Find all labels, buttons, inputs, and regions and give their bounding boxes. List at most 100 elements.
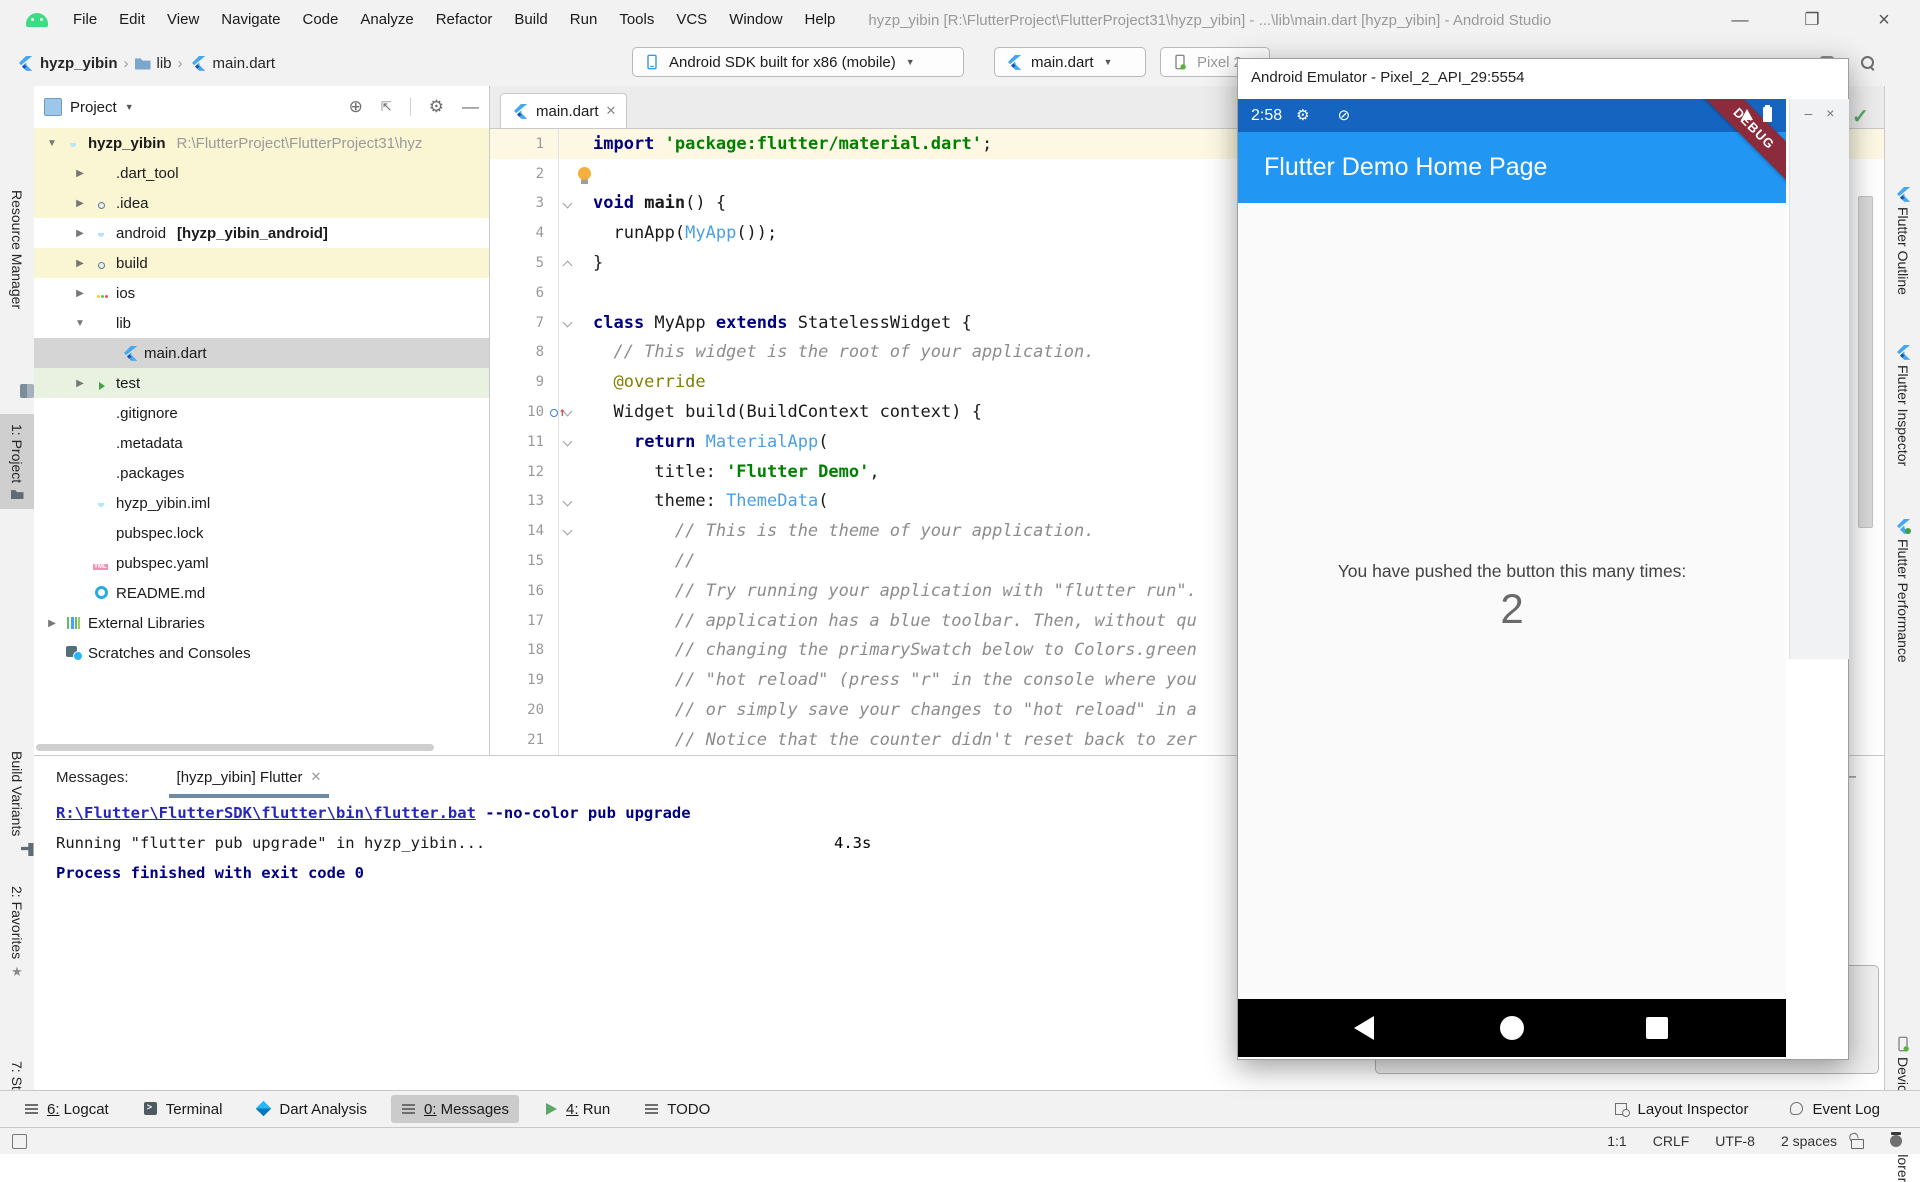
close-tab-icon[interactable]: ✕ [606,103,617,119]
menu-item[interactable]: File [62,0,108,40]
fold-marker[interactable] [558,129,579,159]
tree-row[interactable]: main.dart [34,338,489,368]
menu-item[interactable]: Run [559,0,609,40]
close-button[interactable]: × [1848,0,1920,40]
tab-flutter-inspector[interactable]: Flutter Inspector [1885,344,1920,466]
menu-item[interactable]: View [156,0,210,40]
fold-marker[interactable] [558,546,579,576]
tool-window-tab[interactable]: 6: Logcat [14,1095,119,1123]
flutter-bat-link[interactable]: R:\Flutter\FlutterSDK\flutter\bin\flutte… [56,804,476,822]
status-item[interactable]: UTF-8 [1715,1133,1755,1149]
tree-row[interactable]: .gitignore [34,398,489,428]
tree-row[interactable]: ▶ External Libraries [34,608,489,638]
fold-marker[interactable] [558,189,579,219]
tree-expand-arrow[interactable]: ▶ [72,288,88,299]
tree-expand-arrow[interactable]: ▶ [72,258,88,269]
fold-marker[interactable] [558,159,579,189]
tree-row[interactable]: ▶ test [34,368,489,398]
status-item[interactable]: 1:1 [1607,1133,1626,1149]
fold-marker[interactable] [558,367,579,397]
fold-marker[interactable] [558,427,579,457]
inspection-ok-check-icon[interactable]: ✓ [1852,104,1869,129]
messages-tab-flutter[interactable]: [hyzp_yibin] Flutter ✕ [169,756,330,798]
fold-marker[interactable] [558,665,579,695]
fold-marker[interactable] [558,457,579,487]
emulator-screen[interactable]: 2:58 ⚙ ⊘ DEBUG Flutter Demo Home Page Yo… [1238,99,1786,1057]
tree-expand-arrow[interactable]: ▶ [72,378,88,389]
tree-expand-arrow[interactable]: ▼ [44,138,60,149]
fold-marker[interactable] [558,248,579,278]
tree-expand-arrow[interactable]: ▶ [72,228,88,239]
tab-project[interactable]: 1: Project [0,414,34,509]
tree-row[interactable]: ▼ hyzp_yibin R:\FlutterProject\FlutterPr… [34,128,489,158]
instant-run-icon[interactable] [12,1134,27,1149]
tree-row[interactable]: ▶ build [34,248,489,278]
status-item[interactable]: 2 spaces [1781,1133,1837,1149]
tab-flutter-performance[interactable]: Flutter Performance [1885,518,1920,663]
fold-marker[interactable] [558,725,579,755]
search-icon[interactable] [1860,55,1876,71]
locate-file-icon[interactable]: ⊕ [349,97,363,117]
tree-row[interactable]: Scratches and Consoles [34,638,489,668]
menu-item[interactable]: Build [503,0,558,40]
collapse-all-icon[interactable]: ⇱ [381,99,392,115]
bottom-right-tool[interactable]: Layout Inspector [1614,1101,1749,1118]
maximize-button[interactable]: ❐ [1776,0,1848,40]
tab-resource-manager[interactable]: Resource Manager [0,190,34,309]
menu-item[interactable]: Edit [108,0,156,40]
fold-marker[interactable] [558,576,579,606]
nav-overview-button[interactable] [1646,1017,1668,1039]
fold-marker[interactable] [558,278,579,308]
run-config-dropdown[interactable]: main.dart ▼ [994,47,1146,77]
tree-expand-arrow[interactable]: ▶ [44,618,60,629]
tree-row[interactable]: pubspec.yaml [34,548,489,578]
settings-gear-icon[interactable]: ⚙ [429,97,444,117]
intention-bulb-icon[interactable] [578,167,591,180]
tree-row[interactable]: ▶ ios [34,278,489,308]
device-selector-dropdown[interactable]: Android SDK built for x86 (mobile) ▼ [632,47,964,77]
tab-build-variants[interactable]: Build Variants [0,751,34,836]
tool-window-tab[interactable]: 0: Messages [391,1095,519,1123]
fold-marker[interactable] [558,636,579,666]
menu-item[interactable]: Help [794,0,847,40]
tree-row[interactable]: pubspec.lock [34,518,489,548]
tab-favorites[interactable]: 2: Favorites★ [0,886,34,980]
tree-row[interactable]: .metadata [34,428,489,458]
tree-row[interactable]: ▶ android [hyzp_yibin_android] [34,218,489,248]
inspections-profile-icon[interactable] [1890,1135,1902,1147]
tab-flutter-outline[interactable]: Flutter Outline [1885,186,1920,295]
tree-row[interactable]: ▶ .dart_tool [34,158,489,188]
tool-window-tab[interactable]: TODO [634,1095,720,1123]
nav-back-button[interactable] [1354,1016,1374,1040]
fold-marker[interactable] [558,397,579,427]
editor-scrollbar[interactable] [1858,196,1873,528]
menu-item[interactable]: Analyze [349,0,424,40]
fold-marker[interactable] [558,606,579,636]
tree-row[interactable]: hyzp_yibin.iml [34,488,489,518]
tree-row[interactable]: ▶ .idea [34,188,489,218]
fold-marker[interactable] [558,338,579,368]
bottom-right-tool[interactable]: Event Log [1788,1101,1880,1118]
hide-panel-icon[interactable]: — [462,97,479,117]
breadcrumb-project[interactable]: hyzp_yibin [40,55,118,72]
tree-row[interactable]: ▼ lib [34,308,489,338]
menu-item[interactable]: Navigate [210,0,291,40]
nav-home-button[interactable] [1500,1016,1524,1040]
tool-window-tab[interactable]: Terminal [133,1095,233,1123]
menu-item[interactable]: Tools [608,0,665,40]
minimize-button[interactable]: — [1704,0,1776,40]
menu-item[interactable]: Refactor [425,0,504,40]
fold-marker[interactable] [558,516,579,546]
fold-marker[interactable] [558,487,579,517]
horizontal-scrollbar[interactable] [36,744,434,751]
fold-marker[interactable] [558,308,579,338]
tree-expand-arrow[interactable]: ▼ [72,318,88,329]
menu-item[interactable]: Window [718,0,793,40]
fold-marker[interactable] [558,695,579,725]
tree-expand-arrow[interactable]: ▶ [72,198,88,209]
project-view-selector[interactable]: Project [70,99,117,116]
status-item[interactable]: CRLF [1653,1133,1690,1149]
breadcrumb-folder[interactable]: lib [157,55,172,72]
tree-expand-arrow[interactable]: ▶ [72,168,88,179]
close-tab-icon[interactable]: ✕ [310,769,321,785]
